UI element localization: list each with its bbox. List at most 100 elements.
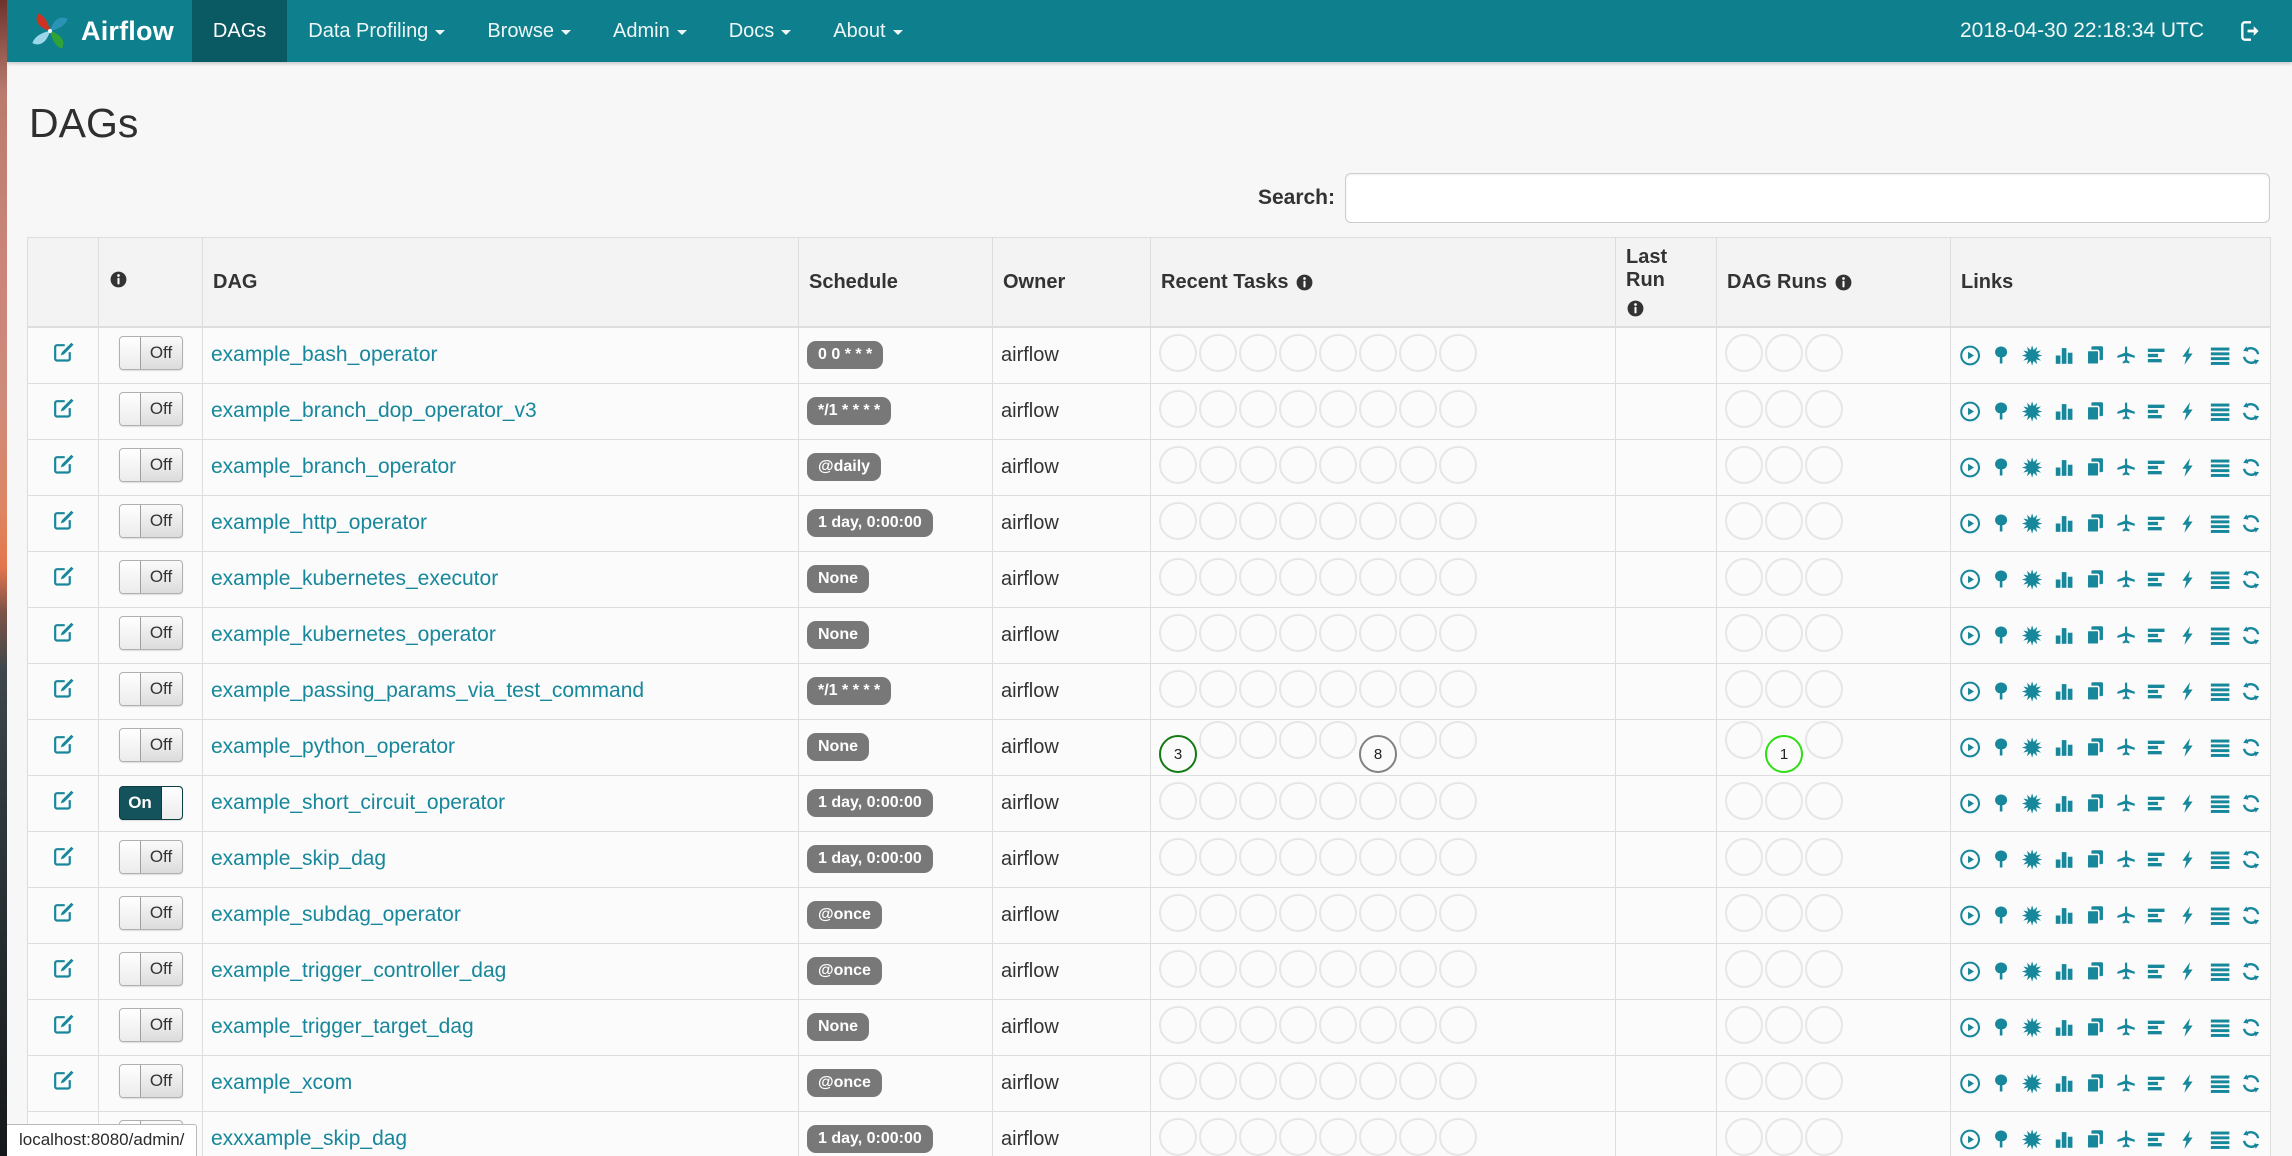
dag-run-state-circle[interactable] bbox=[1765, 669, 1803, 708]
edit-dag-icon[interactable] bbox=[51, 396, 76, 421]
task-state-circle[interactable] bbox=[1239, 781, 1277, 820]
tree-view-icon[interactable] bbox=[1990, 456, 2012, 479]
dag-run-state-circle[interactable] bbox=[1765, 501, 1803, 540]
task-state-circle[interactable] bbox=[1199, 781, 1237, 820]
code-view-icon[interactable] bbox=[2177, 1072, 2199, 1095]
gantt-icon[interactable] bbox=[2146, 680, 2168, 703]
task-state-circle[interactable] bbox=[1159, 557, 1197, 596]
dag-name-link[interactable]: example_branch_dop_operator_v3 bbox=[211, 399, 537, 422]
dag-name-link[interactable]: example_subdag_operator bbox=[211, 903, 461, 926]
task-state-circle[interactable] bbox=[1199, 669, 1237, 708]
task-state-circle[interactable] bbox=[1439, 389, 1477, 428]
dag-run-state-circle[interactable] bbox=[1805, 669, 1843, 708]
task-state-circle[interactable] bbox=[1279, 1005, 1317, 1044]
refresh-icon[interactable] bbox=[2240, 344, 2262, 367]
trigger-dag-icon[interactable] bbox=[1959, 904, 1981, 927]
task-state-circle[interactable] bbox=[1159, 445, 1197, 484]
task-tries-icon[interactable] bbox=[2084, 736, 2106, 759]
dag-run-state-circle[interactable] bbox=[1725, 720, 1763, 759]
task-state-circle[interactable] bbox=[1399, 837, 1437, 876]
task-state-circle[interactable] bbox=[1399, 781, 1437, 820]
edit-dag-icon[interactable] bbox=[51, 564, 76, 589]
edit-dag-icon[interactable] bbox=[51, 676, 76, 701]
graph-view-icon[interactable] bbox=[2021, 680, 2043, 703]
task-state-circle[interactable] bbox=[1399, 445, 1437, 484]
dag-details-icon[interactable] bbox=[2209, 1016, 2231, 1039]
task-state-circle[interactable] bbox=[1399, 720, 1437, 759]
tree-view-icon[interactable] bbox=[1990, 736, 2012, 759]
dag-pause-toggle[interactable]: Off bbox=[118, 840, 183, 874]
graph-view-icon[interactable] bbox=[2021, 344, 2043, 367]
dag-run-state-circle[interactable] bbox=[1725, 1117, 1763, 1156]
task-tries-icon[interactable] bbox=[2084, 344, 2106, 367]
refresh-icon[interactable] bbox=[2240, 848, 2262, 871]
edit-dag-icon[interactable] bbox=[51, 508, 76, 533]
edit-dag-icon[interactable] bbox=[51, 732, 76, 757]
landing-times-icon[interactable] bbox=[2115, 904, 2137, 927]
dag-name-link[interactable]: example_kubernetes_executor bbox=[211, 567, 498, 590]
graph-view-icon[interactable] bbox=[2021, 456, 2043, 479]
dag-pause-toggle[interactable]: Off bbox=[118, 1064, 183, 1098]
trigger-dag-icon[interactable] bbox=[1959, 848, 1981, 871]
dag-run-state-circle[interactable] bbox=[1725, 613, 1763, 652]
refresh-icon[interactable] bbox=[2240, 568, 2262, 591]
refresh-icon[interactable] bbox=[2240, 792, 2262, 815]
dag-pause-toggle[interactable]: Off bbox=[118, 392, 183, 426]
dag-details-icon[interactable] bbox=[2209, 1072, 2231, 1095]
task-state-circle[interactable] bbox=[1359, 1061, 1397, 1100]
task-duration-icon[interactable] bbox=[2053, 680, 2075, 703]
dag-run-state-circle[interactable] bbox=[1725, 949, 1763, 988]
graph-view-icon[interactable] bbox=[2021, 960, 2043, 983]
task-state-circle[interactable] bbox=[1159, 1061, 1197, 1100]
code-view-icon[interactable] bbox=[2177, 848, 2199, 871]
task-state-circle[interactable] bbox=[1319, 669, 1357, 708]
dag-details-icon[interactable] bbox=[2209, 848, 2231, 871]
trigger-dag-icon[interactable] bbox=[1959, 456, 1981, 479]
task-state-circle[interactable] bbox=[1399, 1061, 1437, 1100]
landing-times-icon[interactable] bbox=[2115, 512, 2137, 535]
task-state-circle[interactable] bbox=[1359, 389, 1397, 428]
task-state-circle[interactable]: 3 bbox=[1159, 735, 1197, 774]
dag-run-state-circle[interactable] bbox=[1765, 1005, 1803, 1044]
trigger-dag-icon[interactable] bbox=[1959, 680, 1981, 703]
code-view-icon[interactable] bbox=[2177, 1128, 2199, 1151]
gantt-icon[interactable] bbox=[2146, 1016, 2168, 1039]
nav-item-browse[interactable]: Browse bbox=[466, 0, 592, 62]
landing-times-icon[interactable] bbox=[2115, 680, 2137, 703]
landing-times-icon[interactable] bbox=[2115, 568, 2137, 591]
task-tries-icon[interactable] bbox=[2084, 904, 2106, 927]
task-state-circle[interactable] bbox=[1279, 669, 1317, 708]
gantt-icon[interactable] bbox=[2146, 400, 2168, 423]
trigger-dag-icon[interactable] bbox=[1959, 624, 1981, 647]
code-view-icon[interactable] bbox=[2177, 680, 2199, 703]
tree-view-icon[interactable] bbox=[1990, 568, 2012, 591]
tree-view-icon[interactable] bbox=[1990, 512, 2012, 535]
task-state-circle[interactable] bbox=[1279, 613, 1317, 652]
graph-view-icon[interactable] bbox=[2021, 1072, 2043, 1095]
dag-run-state-circle[interactable] bbox=[1805, 720, 1843, 759]
code-view-icon[interactable] bbox=[2177, 904, 2199, 927]
gantt-icon[interactable] bbox=[2146, 736, 2168, 759]
trigger-dag-icon[interactable] bbox=[1959, 736, 1981, 759]
nav-item-about[interactable]: About bbox=[812, 0, 923, 62]
trigger-dag-icon[interactable] bbox=[1959, 1072, 1981, 1095]
trigger-dag-icon[interactable] bbox=[1959, 792, 1981, 815]
gantt-icon[interactable] bbox=[2146, 960, 2168, 983]
code-view-icon[interactable] bbox=[2177, 512, 2199, 535]
dag-name-link[interactable]: example_python_operator bbox=[211, 735, 455, 758]
task-tries-icon[interactable] bbox=[2084, 1128, 2106, 1151]
gantt-icon[interactable] bbox=[2146, 1072, 2168, 1095]
task-state-circle[interactable] bbox=[1239, 669, 1277, 708]
dag-run-state-circle[interactable] bbox=[1765, 893, 1803, 932]
tree-view-icon[interactable] bbox=[1990, 1072, 2012, 1095]
task-state-circle[interactable] bbox=[1239, 557, 1277, 596]
search-input[interactable] bbox=[1345, 173, 2270, 223]
trigger-dag-icon[interactable] bbox=[1959, 400, 1981, 423]
dag-details-icon[interactable] bbox=[2209, 904, 2231, 927]
task-state-circle[interactable] bbox=[1439, 781, 1477, 820]
refresh-icon[interactable] bbox=[2240, 456, 2262, 479]
task-duration-icon[interactable] bbox=[2053, 456, 2075, 479]
task-state-circle[interactable] bbox=[1319, 1005, 1357, 1044]
dag-run-state-circle[interactable] bbox=[1725, 1005, 1763, 1044]
recent-tasks-info-icon[interactable] bbox=[1295, 273, 1314, 292]
